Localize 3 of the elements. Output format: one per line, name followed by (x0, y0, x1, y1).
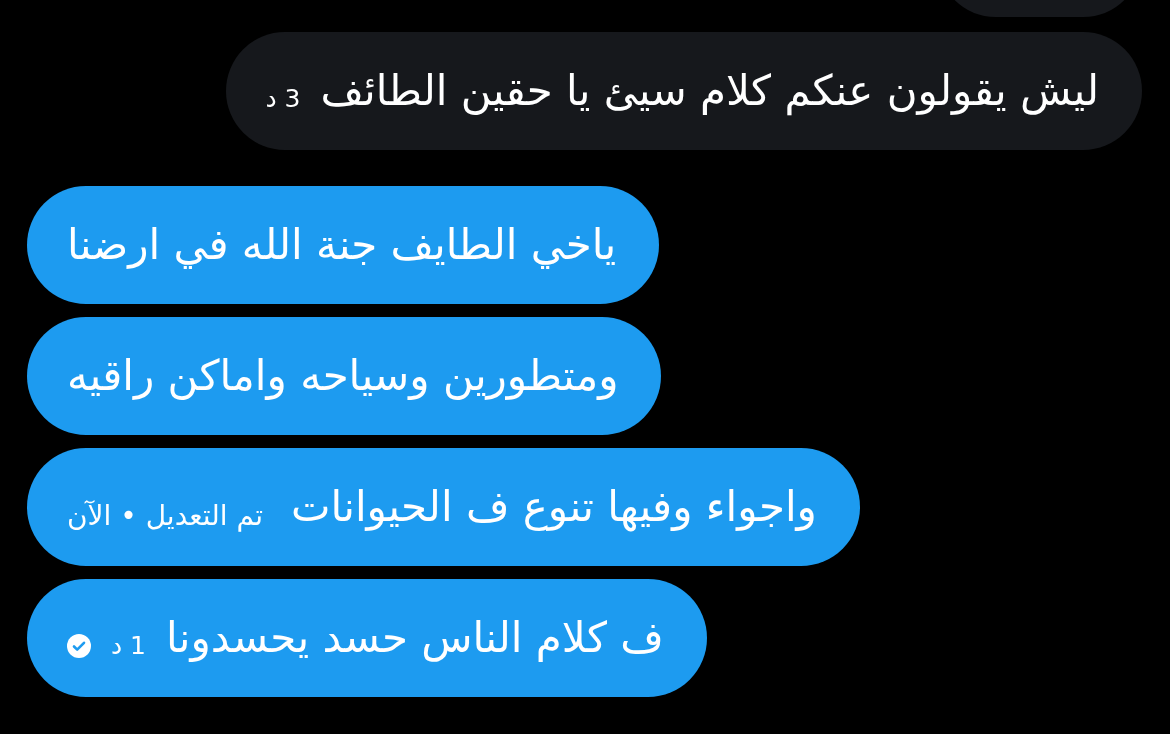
message-time: 3 د (265, 83, 301, 116)
message-time: 1 د (111, 630, 146, 663)
edited-label: تم التعديل • الآن (67, 498, 263, 534)
